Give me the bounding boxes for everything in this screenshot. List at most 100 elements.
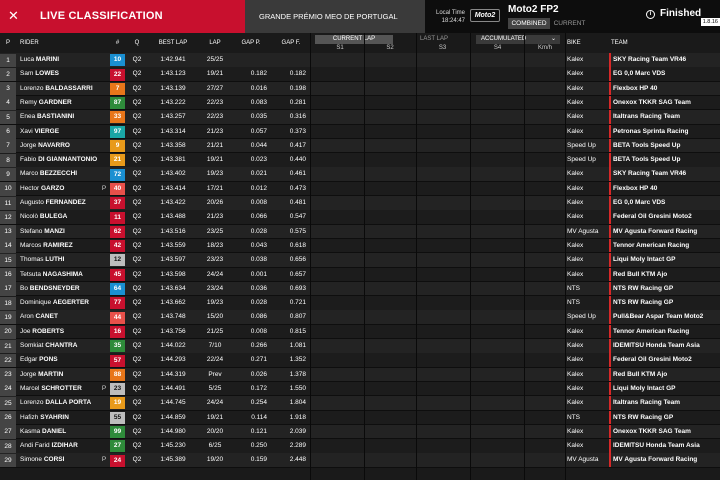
table-row[interactable]: 21 Somkiat CHANTRA 35 Q2 1:44.022 7/10 0.266 1.… [0,339,720,354]
gap-previous: 0.008 [250,327,267,335]
team-name: Federal Oil Gresini Moto2 [609,353,720,367]
best-lap-time: 1:44.859 [160,413,186,421]
table-row[interactable]: 10 Hector GARZO P 40 Q2 1:43.414 17/21 0.012 0.4… [0,181,720,197]
position-cell: 13 [0,225,16,239]
table-row[interactable]: 24 Marcel SCHROTTER P 23 Q2 1:44.491 5/25 0.172… [0,381,720,397]
table-row[interactable]: 17 Bo BENDSNEYDER 64 Q2 1:43.634 23/24 0.036 0.… [0,281,720,297]
table-row[interactable]: 22 Edgar PONS 57 Q2 1:44.293 22/24 0.271 1.352 K… [0,353,720,368]
rider-first-name: Luca [20,56,35,63]
rider-first-name: Dominique [20,299,52,307]
rider-name: Fabio DI GIANNANTONIO [20,153,108,167]
lap-count: 25/25 [206,56,224,63]
table-row[interactable]: 25 Lorenzo DALLA PORTA 19 Q2 1:44.745 24/24 0.… [0,396,720,411]
table-row[interactable]: 28 Andi Farid IZDIHAR 27 Q2 1:45.230 6/25 0.25… [0,439,720,454]
col-header-s2: S2 [386,45,394,51]
rider-name: Marcos RAMIREZ [20,239,108,253]
rider-first-name: Lorenzo [20,399,44,407]
table-row[interactable]: 23 Jorge MARTIN 88 Q2 1:44.319 Prev 0.026 1.378… [0,367,720,383]
pit-flag [100,196,108,210]
table-row[interactable]: 18 Dominique AEGERTER 77 Q2 1:43.662 19/23 0.0… [0,296,720,311]
rider-number-badge: 45 [110,268,125,281]
close-icon[interactable]: ✕ [8,9,21,22]
position-cell: 29 [0,453,16,468]
table-row[interactable]: 6 Xavi VIERGE 97 Q2 1:43.314 21/23 0.057 0.373 K… [0,124,720,140]
col-header-lap: LAP [209,40,221,46]
gap-previous: 0.057 [250,127,267,135]
table-row[interactable]: 8 Fabio DI GIANNANTONIO 21 Q2 1:43.381 19/21 0… [0,153,720,168]
pit-flag [100,153,108,167]
rider-name: Simone CORSI [20,453,108,467]
bike-manufacturer: Kalex [567,170,584,178]
table-row[interactable]: 12 Nicolò BULEGA 11 Q2 1:43.488 21/23 0.066 0.5… [0,210,720,225]
gap-previous: 0.266 [250,342,267,349]
lap-count: 27/27 [206,84,224,92]
lap-count: 24/24 [206,270,224,278]
table-row[interactable]: 20 Joe ROBERTS 16 Q2 1:43.756 21/25 0.008 0.815… [0,324,720,340]
pit-flag [100,325,108,339]
pit-flag [100,167,108,181]
bike-manufacturer: Kalex [567,327,584,335]
tab-current[interactable]: CURRENT [552,18,587,29]
gap-previous: 0.250 [250,442,267,450]
pit-flag [100,339,108,353]
table-row[interactable]: 14 Marcos RAMIREZ 42 Q2 1:43.559 18/23 0.043 0.… [0,238,720,254]
table-row[interactable]: 2 Sam LOWES 22 Q2 1:43.123 19/21 0.182 0.182 Kal… [0,67,720,82]
gap-previous: 0.083 [250,98,267,106]
current-lap-button[interactable]: CURRENT LAP [315,35,393,44]
lap-count: 21/23 [206,127,224,135]
table-row[interactable]: 29 Simone CORSI P 24 Q2 1:45.389 19/20 0.159 2.4… [0,453,720,468]
col-header-number: # [115,40,120,46]
table-row[interactable]: 9 Marco BEZZECCHI 72 Q2 1:43.402 19/23 0.021 0.… [0,167,720,182]
table-row[interactable]: 4 Remy GARDNER 87 Q2 1:43.222 22/23 0.083 0.281… [0,95,720,111]
gap-first: 2.448 [289,456,306,464]
rider-last-name: MANZI [44,227,65,235]
tab-combined[interactable]: COMBINED [508,18,550,29]
position-cell: 14 [0,239,16,253]
rider-first-name: Lorenzo [20,84,44,92]
rider-last-name: MARTIN [38,370,64,378]
lap-count: 19/21 [206,156,224,164]
gap-first: 1.550 [289,384,306,392]
gap-previous: 0.172 [250,384,267,392]
table-row[interactable]: 27 Kasma DANIEL 99 Q2 1:44.980 20/20 0.121 2.03… [0,424,720,440]
rider-first-name: Stefano [20,227,43,235]
gap-first: 1.918 [289,413,306,421]
last-lap-button[interactable]: LAST LAP [395,35,473,44]
qualifying-cell: Q2 [132,299,142,307]
table-row[interactable]: 13 Stefano MANZI 62 Q2 1:43.516 23/25 0.028 0.5… [0,224,720,240]
live-classification-banner: ✕ LIVE CLASSIFICATION [0,0,245,33]
position-cell: 11 [0,196,16,211]
table-row[interactable]: 26 Hafizh SYAHRIN 55 Q2 1:44.859 19/21 0.114 1.… [0,410,720,426]
bike-manufacturer: Kalex [567,98,584,106]
table-row[interactable]: 5 Enea BASTIANINI 33 Q2 1:43.257 22/23 0.035 0.… [0,110,720,125]
table-row[interactable]: 7 Jorge NAVARRO 9 Q2 1:43.358 21/21 0.044 0.417… [0,138,720,154]
rider-number-badge: 99 [110,426,125,439]
col-header-qualifying: Q [134,40,140,46]
pit-flag [100,368,108,382]
position-cell: 24 [0,382,16,396]
rider-first-name: Edgar [20,356,38,364]
bike-manufacturer: Kalex [567,427,584,435]
table-row[interactable]: 1 Luca MARINI 10 Q2 1:42.941 25/25 Kalex SKY Ra… [0,53,720,68]
table-row[interactable]: 15 Thomas LUTHI 12 Q2 1:43.597 23/23 0.038 0.65… [0,253,720,268]
lap-count: 20/26 [206,199,224,206]
column-divider [524,33,525,480]
table-row[interactable]: 11 Augusto FERNANDEZ 37 Q2 1:43.422 20/26 0.00… [0,196,720,211]
team-name: EG 0,0 Marc VDS [609,67,720,81]
position-cell: 9 [0,167,16,182]
team-name: SKY Racing Team VR46 [609,53,720,67]
bike-manufacturer: Kalex [567,127,584,135]
lap-count: 23/23 [206,256,224,264]
table-row[interactable]: 3 Lorenzo BALDASSARRI 7 Q2 1:43.139 27/27 0.01… [0,81,720,97]
lap-count: 19/21 [206,70,224,78]
table-row[interactable]: 19 Aron CANET 44 Q2 1:43.748 15/20 0.086 0.807 S… [0,310,720,325]
gap-previous: 0.023 [250,156,267,164]
rider-first-name: Marcos [20,241,42,249]
gap-first: 0.373 [289,127,306,135]
table-row[interactable]: 16 Tetsuta NAGASHIMA 45 Q2 1:43.598 24/24 0.00… [0,267,720,283]
bike-manufacturer: NTS [567,299,580,307]
rider-name: Dominique AEGERTER [20,296,108,310]
bike-manufacturer: Kalex [567,442,584,450]
position-cell: 5 [0,110,16,125]
accumulated-dropdown[interactable]: ACCUMULATED ⌄ [476,35,560,44]
